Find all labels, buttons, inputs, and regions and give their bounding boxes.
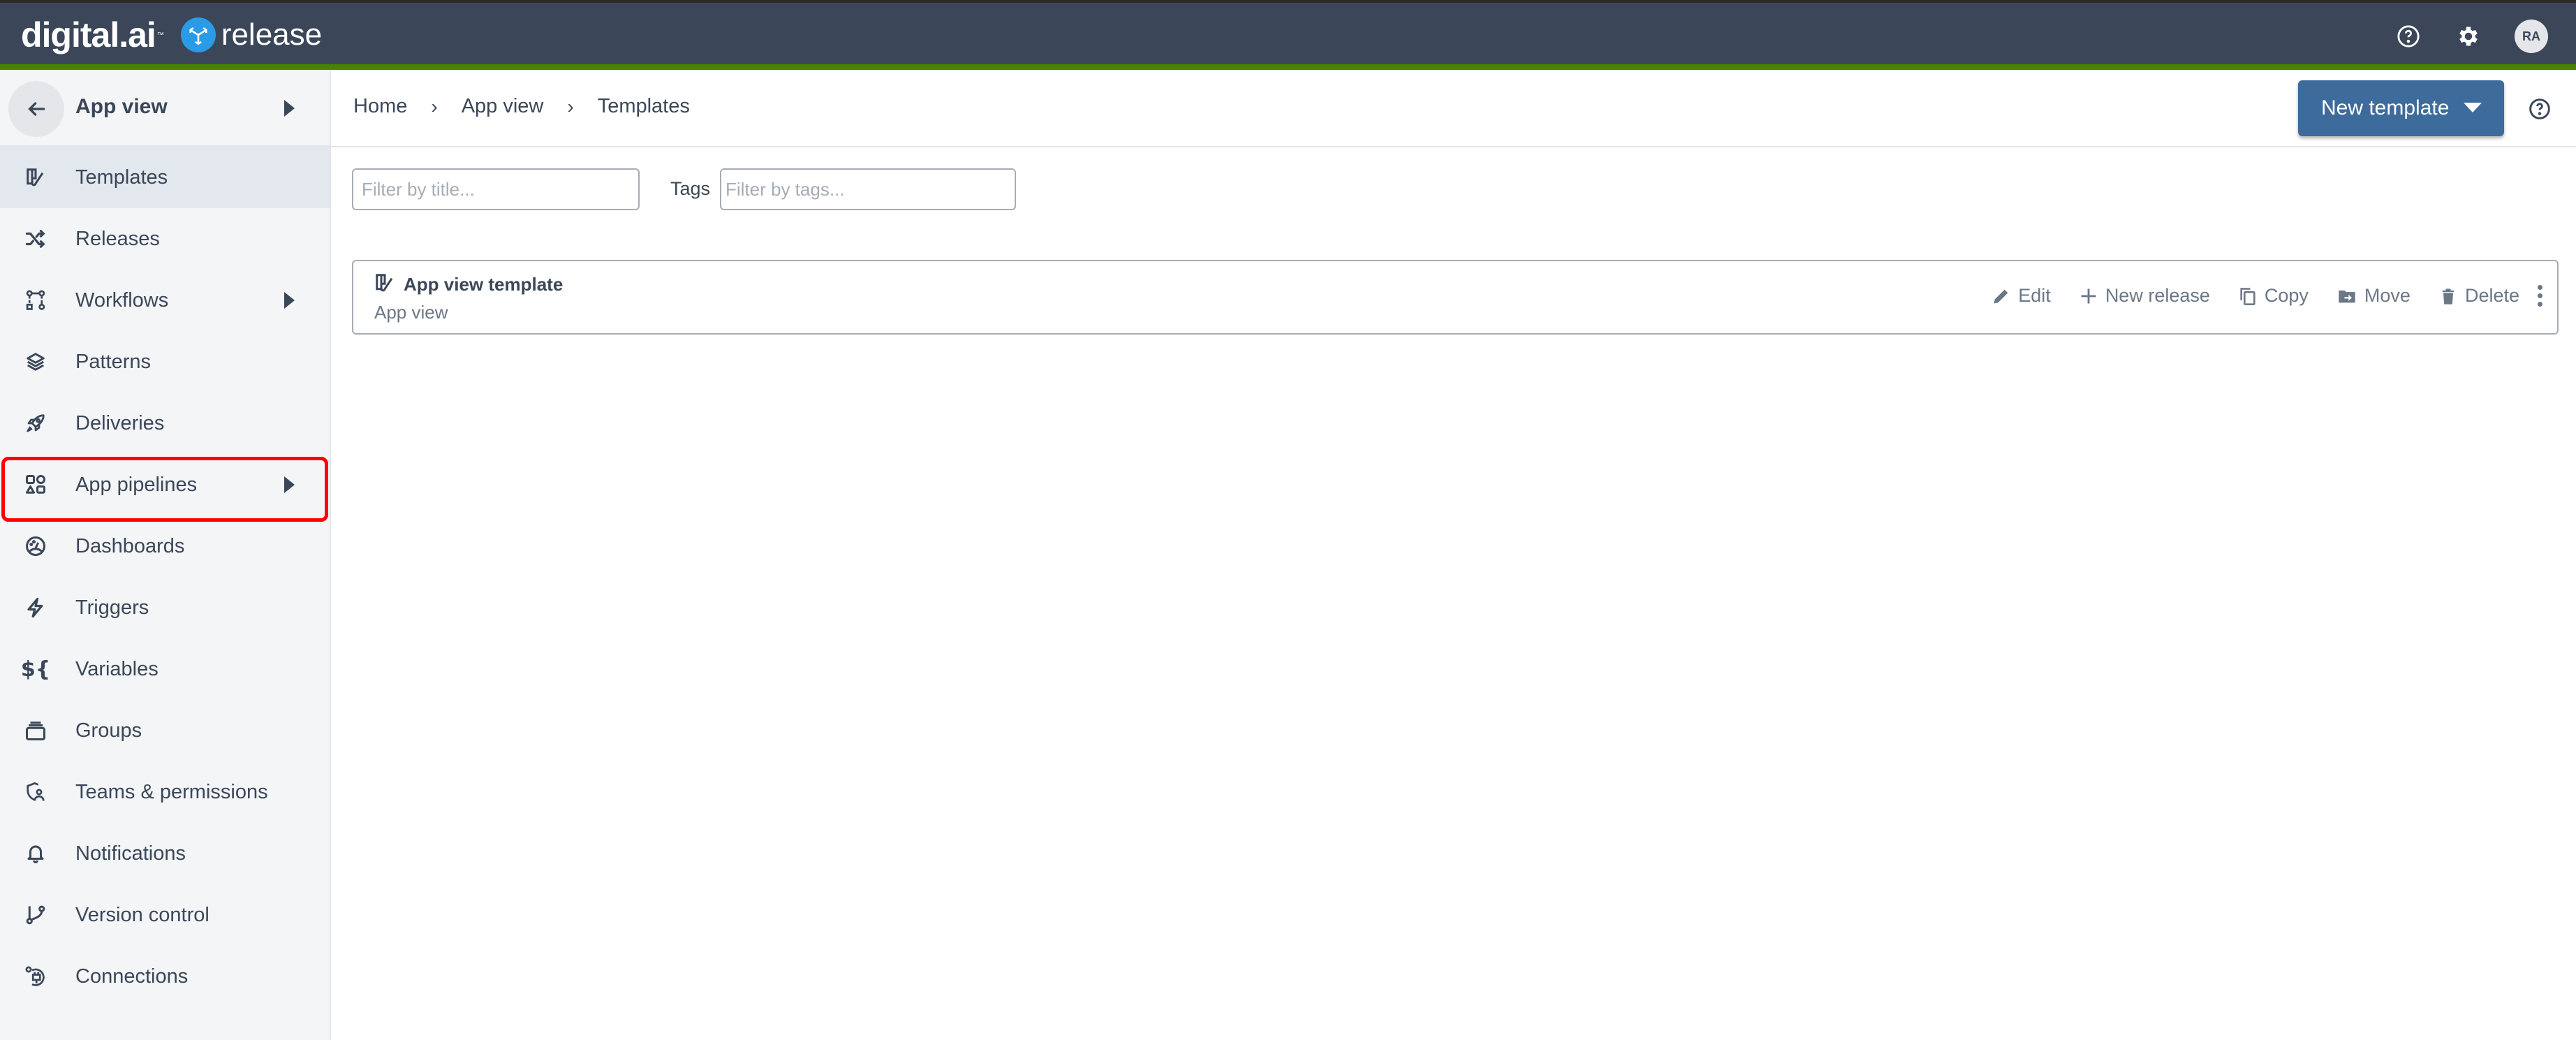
sidebar-item-label: App pipelines — [75, 473, 198, 496]
caret-right-icon[interactable] — [284, 292, 295, 309]
trash-icon — [2442, 288, 2454, 305]
sidebar-item-label: Notifications — [75, 842, 186, 865]
template-actions: Edit New release Copy Move Delete — [1964, 285, 2543, 307]
sidebar-item-groups[interactable]: Groups — [0, 700, 330, 761]
chevron-right-icon: › — [567, 95, 574, 117]
sidebar-context-header: App view — [0, 70, 330, 147]
copy-icon — [2240, 287, 2255, 305]
bell-icon — [24, 842, 47, 865]
sidebar-item-label: Deliveries — [75, 411, 165, 434]
breadcrumb-templates: Templates — [597, 95, 690, 117]
sidebar-item-label: Variables — [75, 657, 159, 680]
sidebar-item-label: Dashboards — [75, 534, 185, 557]
shuffle-icon — [24, 227, 47, 251]
sidebar-item-connections[interactable]: Connections — [0, 946, 330, 1007]
sidebar-item-label: Triggers — [75, 596, 149, 619]
move-button[interactable]: Move — [2336, 285, 2411, 307]
delete-button[interactable]: Delete — [2438, 285, 2519, 307]
workflow-icon — [24, 288, 47, 312]
filter-by-title-input[interactable] — [352, 168, 640, 210]
sidebar-item-label: Releases — [75, 227, 160, 250]
layers-icon — [24, 350, 47, 374]
lightning-icon — [24, 596, 47, 620]
sidebar-item-releases[interactable]: Releases — [0, 208, 330, 270]
logo[interactable]: digital.ai ™ release — [21, 15, 322, 54]
accent-stripe — [0, 64, 2576, 70]
sidebar-item-version-control[interactable]: Version control — [0, 884, 330, 946]
caret-down-icon — [2464, 103, 2482, 112]
shapes-icon — [24, 473, 47, 497]
caret-right-icon[interactable] — [284, 100, 295, 117]
pencil-icon — [1994, 289, 2008, 303]
help-circle-icon[interactable] — [2529, 98, 2551, 120]
new-release-label: New release — [2105, 285, 2210, 306]
gear-icon[interactable] — [2454, 22, 2482, 50]
sidebar-item-label: Groups — [75, 719, 142, 742]
breadcrumb-home[interactable]: Home — [353, 95, 407, 118]
release-logo-icon — [180, 17, 216, 52]
plug-icon — [24, 965, 47, 988]
template-folder: App view — [374, 302, 448, 323]
folder-move-icon — [2339, 290, 2355, 302]
sidebar-item-label: Patterns — [75, 350, 151, 373]
rocket-icon — [24, 411, 47, 435]
edit-label: Edit — [2018, 285, 2051, 306]
filter-by-tags-input[interactable] — [720, 168, 1016, 210]
sidebar-item-app-pipelines[interactable]: App pipelines — [0, 454, 330, 515]
sidebar-item-deliveries[interactable]: Deliveries — [0, 393, 330, 454]
user-avatar[interactable]: RA — [2515, 20, 2548, 53]
sidebar-item-workflows[interactable]: Workflows — [0, 270, 330, 331]
page-header: Home › App view › Templates New template — [331, 70, 2576, 147]
shield-user-icon — [24, 780, 47, 804]
top-bar: digital.ai ™ release RA — [0, 0, 2576, 64]
sidebar-item-label: Teams & permissions — [75, 780, 268, 803]
help-circle-icon[interactable] — [2394, 22, 2422, 50]
template-row[interactable]: App view template App view Edit New rele… — [352, 260, 2559, 335]
edit-button[interactable]: Edit — [1992, 285, 2051, 307]
template-title[interactable]: App view template — [404, 274, 563, 295]
back-button[interactable] — [8, 81, 64, 137]
sidebar-item-label: Workflows — [75, 288, 169, 312]
caret-right-icon[interactable] — [284, 476, 295, 493]
tags-label: Tags — [670, 178, 711, 199]
move-label: Move — [2364, 285, 2411, 306]
brand-name: digital.ai — [21, 15, 156, 54]
copy-button[interactable]: Copy — [2238, 285, 2309, 307]
sidebar-item-label: Templates — [75, 166, 168, 189]
template-icon — [24, 166, 47, 189]
sidebar-context-title: App view — [75, 95, 168, 118]
sidebar-item-teams-permissions[interactable]: Teams & permissions — [0, 761, 330, 823]
stack-icon — [24, 719, 47, 742]
product-name: release — [221, 17, 323, 52]
template-icon — [374, 272, 395, 293]
sidebar-item-label: Version control — [75, 903, 209, 926]
sidebar-item-label: Connections — [75, 965, 189, 988]
gauge-icon — [24, 534, 47, 558]
new-template-button[interactable]: New template — [2298, 80, 2504, 136]
variable-icon: ${ — [20, 657, 51, 682]
sidebar-item-templates[interactable]: Templates — [0, 147, 330, 208]
trademark: ™ — [156, 31, 164, 39]
git-branch-icon — [24, 903, 47, 927]
delete-label: Delete — [2464, 285, 2519, 306]
sidebar-item-triggers[interactable]: Triggers — [0, 577, 330, 638]
main-content: Home › App view › Templates New template… — [331, 70, 2576, 1040]
breadcrumb: Home › App view › Templates — [353, 95, 690, 118]
sidebar-item-patterns[interactable]: Patterns — [0, 331, 330, 393]
sidebar-item-notifications[interactable]: Notifications — [0, 823, 330, 884]
sidebar-item-dashboards[interactable]: Dashboards — [0, 515, 330, 577]
new-template-label: New template — [2321, 96, 2450, 119]
plus-icon — [2081, 288, 2096, 303]
sidebar-item-variables[interactable]: ${ Variables — [0, 638, 330, 700]
new-release-button[interactable]: New release — [2079, 285, 2210, 307]
sidebar: App view Templates Releases Workflows Pa… — [0, 70, 331, 1040]
arrow-left-icon — [28, 102, 45, 116]
breadcrumb-app-view[interactable]: App view — [462, 95, 544, 118]
copy-label: Copy — [2264, 285, 2309, 306]
more-options-icon[interactable] — [2536, 285, 2543, 307]
chevron-right-icon: › — [431, 95, 438, 117]
